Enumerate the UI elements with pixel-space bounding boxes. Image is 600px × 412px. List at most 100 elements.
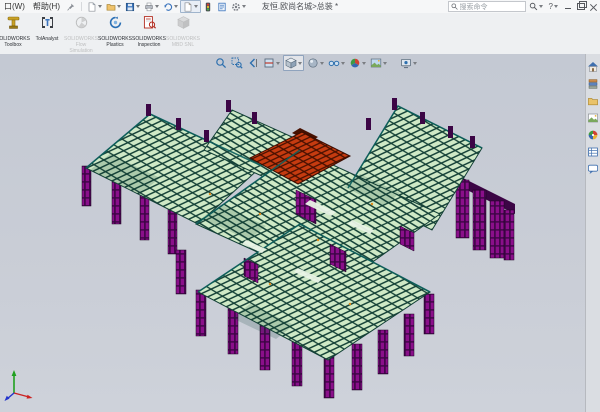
plastics-icon [108,15,123,30]
search-input[interactable]: 搜索命令 [448,1,526,12]
design-library-icon [587,78,599,90]
flow-simulation-icon [74,15,89,30]
help-button[interactable]: ? [546,1,561,12]
previous-view-button[interactable] [246,56,260,70]
chevron-down-icon [320,62,324,65]
open-icon [106,2,116,12]
graphics-viewport[interactable] [0,54,600,412]
addin-label: SOLIDWORKS Inspection [132,36,166,48]
quick-access-toolbar [85,0,248,13]
chevron-down-icon [362,62,366,65]
model-canvas[interactable] [0,54,585,412]
search-icon [451,3,458,10]
display-style-button[interactable] [306,56,325,70]
resources-home-icon [587,61,599,73]
zoom-area-button[interactable] [230,56,244,70]
minimize-button[interactable] [561,1,574,12]
tab-custom-properties[interactable] [587,145,600,158]
apply-scene-button[interactable] [369,56,388,70]
select-button[interactable] [180,0,201,13]
magnifier-icon [529,2,538,11]
separator [81,2,82,11]
addin-solidworks-inspection[interactable]: SOLIDWORKS Inspection [132,15,166,54]
search-options-button[interactable] [526,1,546,12]
addin-flow-simulation: SOLIDWORKS Flow Simulation [64,15,98,54]
inspection-icon [142,15,157,30]
view-settings-icon [400,57,412,69]
addin-label: SOLIDWORKS Plastics [98,36,132,48]
file-properties-button[interactable] [215,1,229,12]
addin-solidworks-toolbox[interactable]: SOLIDWORKS Toolbox [0,15,30,54]
addin-solidworks-mbd: SOLIDWORKS MBD SNL [166,15,200,54]
previous-view-icon [247,57,259,69]
chevron-down-icon [554,5,558,8]
rebuild-traffic-light-icon [203,2,213,12]
addin-label: SOLIDWORKS Flow Simulation [64,36,98,54]
restore-icon [577,3,585,10]
chevron-down-icon [98,5,102,8]
open-button[interactable] [104,1,123,12]
pushpin-icon[interactable] [67,3,75,11]
menu-window[interactable]: 口(W) [0,1,29,12]
tab-file-explorer[interactable] [587,94,600,107]
tab-solidworks-resources[interactable] [587,60,600,73]
edit-appearance-icon [349,57,361,69]
edit-appearance-button[interactable] [348,56,367,70]
display-style-icon [307,57,319,69]
options-gear-icon [231,2,241,12]
save-icon [125,2,135,12]
view-settings-button[interactable] [399,56,418,70]
view-palette-icon [587,112,599,124]
undo-button[interactable] [161,1,180,12]
addin-label: SOLIDWORKS Toolbox [0,36,30,48]
addin-solidworks-plastics[interactable]: SOLIDWORKS Plastics [98,15,132,54]
file-explorer-icon [587,95,599,107]
close-icon [590,3,597,10]
chevron-down-icon [174,5,178,8]
section-view-icon [263,57,275,69]
chevron-down-icon [117,5,121,8]
headsup-view-toolbar [214,55,418,71]
custom-properties-icon [587,146,599,158]
print-button[interactable] [142,1,161,12]
chevron-down-icon [298,62,302,65]
mbd-icon [176,15,191,30]
tab-appearances-scenes[interactable] [587,128,600,141]
toolbox-icon [6,15,21,30]
appearances-scenes-icon [587,129,599,141]
select-icon [183,2,193,12]
assembly-model[interactable] [82,98,515,398]
tab-design-library[interactable] [587,77,600,90]
help-label: ? [549,2,553,11]
chevron-down-icon [136,5,140,8]
tab-view-palette[interactable] [587,111,600,124]
zoom-area-icon [231,57,243,69]
hide-show-items-button[interactable] [327,56,346,70]
solidworks-window: 口(W) 帮助(H) [0,0,600,412]
task-pane [585,54,600,412]
section-view-button[interactable] [262,56,281,70]
forum-icon [587,163,599,175]
hide-show-items-icon [328,57,340,69]
tolanalyst-icon [40,15,55,30]
addin-label: SOLIDWORKS MBD SNL [166,36,200,48]
addin-label: TolAnalyst [30,36,64,42]
chevron-down-icon [539,5,543,8]
new-file-button[interactable] [85,1,104,12]
options-button[interactable] [229,1,248,12]
save-button[interactable] [123,1,142,12]
rebuild-button[interactable] [201,1,215,12]
view-orientation-button[interactable] [283,55,304,71]
new-file-icon [87,2,97,12]
chevron-down-icon [383,62,387,65]
zoom-fit-icon [215,57,227,69]
search-placeholder: 搜索命令 [460,2,488,12]
chevron-down-icon [341,62,345,65]
addin-tolanalyst[interactable]: TolAnalyst [30,15,64,54]
close-button[interactable] [587,1,600,12]
tab-forum[interactable] [587,162,600,175]
menu-help[interactable]: 帮助(H) [29,1,64,12]
apply-scene-icon [370,57,382,69]
restore-button[interactable] [574,1,587,12]
zoom-fit-button[interactable] [214,56,228,70]
